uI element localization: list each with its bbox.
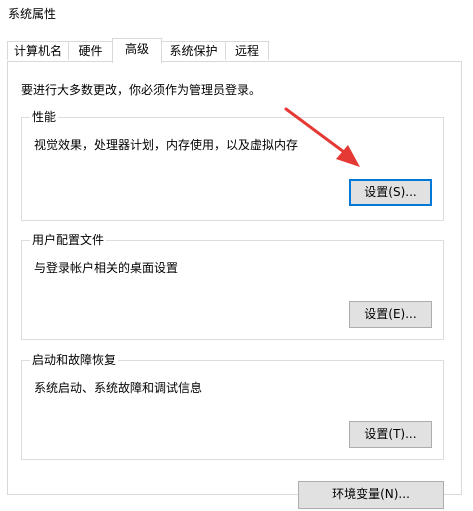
admin-notice: 要进行大多数更改，你必须作为管理员登录。 — [21, 83, 262, 97]
user-profiles-description: 与登录帐户相关的桌面设置 — [34, 261, 179, 275]
performance-group-title: 性能 — [30, 109, 59, 125]
user-profiles-group-title: 用户配置文件 — [30, 232, 107, 248]
user-profiles-group: 用户配置文件 与登录帐户相关的桌面设置 设置(E)... — [21, 232, 444, 340]
startup-recovery-group: 启动和故障恢复 系统启动、系统故障和调试信息 设置(T)... — [21, 352, 444, 460]
window-title: 系统属性 — [8, 7, 57, 21]
startup-recovery-group-title: 启动和故障恢复 — [30, 352, 119, 368]
environment-variables-button[interactable]: 环境变量(N)... — [298, 481, 444, 509]
tab-advanced[interactable]: 高级 — [112, 38, 162, 63]
title-bar[interactable]: 系统属性 — [0, 0, 473, 30]
startup-recovery-settings-button[interactable]: 设置(T)... — [349, 421, 432, 448]
startup-recovery-description: 系统启动、系统故障和调试信息 — [34, 381, 203, 395]
tab-system-protection[interactable]: 系统保护 — [161, 41, 226, 60]
performance-group: 性能 视觉效果，处理器计划，内存使用，以及虚拟内存 设置(S)... — [21, 109, 444, 221]
performance-settings-button[interactable]: 设置(S)... — [349, 179, 432, 206]
tab-hardware[interactable]: 硬件 — [68, 41, 113, 60]
performance-description: 视觉效果，处理器计划，内存使用，以及虚拟内存 — [34, 138, 299, 152]
user-profiles-settings-button[interactable]: 设置(E)... — [349, 301, 432, 328]
tab-remote[interactable]: 远程 — [225, 41, 269, 60]
tab-computer-name[interactable]: 计算机名 — [7, 41, 69, 60]
system-properties-window: 系统属性 计算机名 硬件 高级 系统保护 远程 要进行大多数更改，你必须作为管理… — [0, 0, 473, 511]
